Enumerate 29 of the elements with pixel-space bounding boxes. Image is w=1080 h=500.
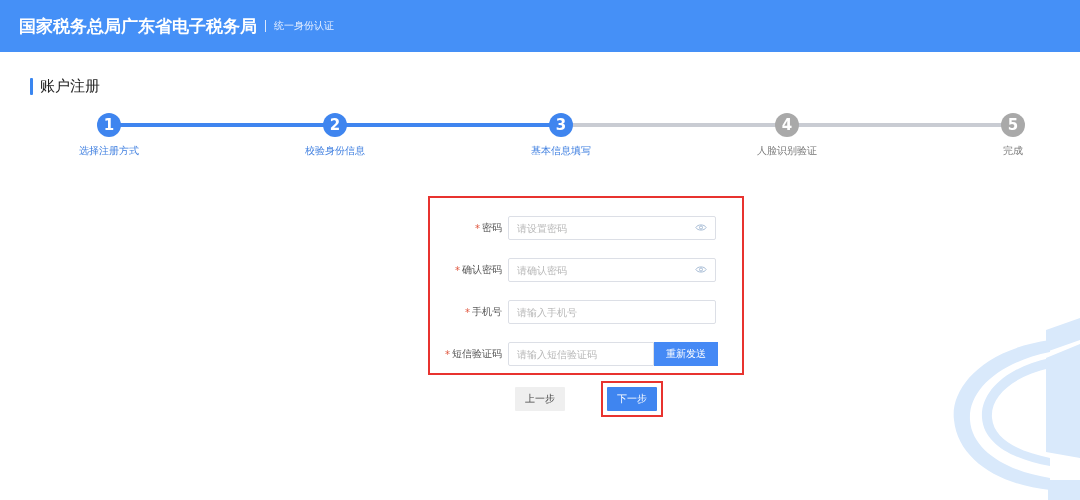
site-subtitle: 统一身份认证: [274, 19, 334, 33]
field-label: 密码: [482, 221, 502, 235]
step-number: 3: [549, 113, 573, 137]
eye-icon[interactable]: [695, 265, 707, 274]
required-mark: *: [445, 348, 450, 360]
field-label: 手机号: [472, 305, 502, 319]
step-number: 2: [323, 113, 347, 137]
required-mark: *: [465, 306, 470, 318]
step-label: 完成: [1003, 144, 1023, 158]
eye-icon[interactable]: [695, 223, 707, 232]
step-label: 基本信息填写: [531, 144, 591, 158]
step-label: 人脸识别验证: [757, 144, 817, 158]
step-number: 4: [775, 113, 799, 137]
section-title: 账户注册: [30, 76, 1080, 96]
step-number: 1: [97, 113, 121, 137]
step-label: 选择注册方式: [79, 144, 139, 158]
step-label: 校验身份信息: [305, 144, 365, 158]
sms-code-field[interactable]: 请输入短信验证码: [508, 342, 654, 366]
field-label: 确认密码: [462, 263, 502, 277]
step-number: 5: [1001, 113, 1025, 137]
previous-button[interactable]: 上一步: [515, 387, 565, 411]
required-mark: *: [455, 264, 460, 276]
field-label: 短信验证码: [452, 347, 502, 361]
next-button[interactable]: 下一步: [607, 387, 657, 411]
phone-field[interactable]: 请输入手机号: [508, 300, 716, 324]
password-field[interactable]: 请确认密码: [508, 258, 716, 282]
required-mark: *: [475, 222, 480, 234]
resend-button[interactable]: 重新发送: [654, 342, 718, 366]
site-title: 国家税务总局广东省电子税务局: [19, 14, 257, 38]
